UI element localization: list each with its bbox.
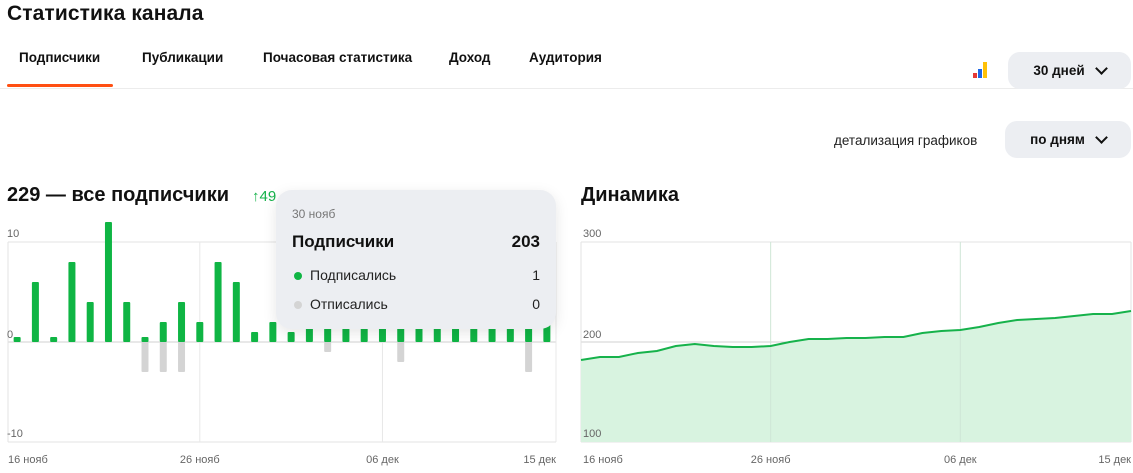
period-select[interactable]: 30 дней [1008, 52, 1131, 89]
detail-select-value: по дням [1030, 132, 1085, 147]
dynamics-area-chart: 300 200 100 16 нояб 26 нояб 06 дек 15 дек [580, 228, 1132, 466]
y-tick-label: 300 [583, 228, 601, 240]
x-tick-label: 16 нояб [583, 454, 623, 466]
page-title: Статистика канала [7, 2, 204, 25]
tab-publications[interactable]: Публикации [142, 50, 223, 65]
dynamics-card-title: Динамика [581, 184, 679, 206]
subscribers-growth: ↑49 [252, 188, 277, 205]
tooltip-row-unsubscribed: Отписались 0 [292, 296, 540, 316]
detail-label: детализация графиков [834, 133, 978, 148]
y-tick-label: 100 [583, 428, 601, 440]
tab-income[interactable]: Доход [449, 50, 491, 65]
gray-dot-icon [294, 301, 302, 309]
tooltip-title: Подписчики [292, 232, 395, 251]
tab-audience[interactable]: Аудитория [529, 50, 602, 65]
detail-select[interactable]: по дням [1005, 121, 1131, 158]
bar-chart-icon[interactable] [973, 62, 991, 78]
y-tick-label: 200 [583, 329, 601, 341]
tooltip-row-label: Отписались [310, 296, 388, 312]
tooltip-total: 203 [511, 232, 540, 251]
tab-hourly-stats[interactable]: Почасовая статистика [263, 50, 412, 65]
area-fill [581, 311, 1131, 442]
x-tick-label: 15 дек [1098, 454, 1131, 466]
tooltip-row-value: 0 [532, 296, 540, 312]
tooltip-row-subscribed: Подписались 1 [292, 267, 540, 287]
chevron-down-icon [1095, 130, 1108, 144]
active-tab-underline [7, 84, 113, 87]
period-select-value: 30 дней [1033, 63, 1085, 78]
green-dot-icon [294, 272, 302, 280]
tooltip-date: 30 нояб [292, 207, 336, 221]
subscribers-card-title: 229 — все подписчики [7, 184, 230, 206]
x-tick-label: 06 дек [944, 454, 977, 466]
tab-subscribers[interactable]: Подписчики [19, 50, 100, 65]
chart-tooltip: 30 нояб Подписчики 203 Подписались 1 Отп… [276, 190, 556, 329]
tabs-divider [0, 88, 1133, 89]
tooltip-row-value: 1 [532, 267, 540, 283]
x-tick-label: 26 нояб [751, 454, 791, 466]
tooltip-row-label: Подписались [310, 267, 397, 283]
chevron-down-icon [1094, 61, 1108, 75]
